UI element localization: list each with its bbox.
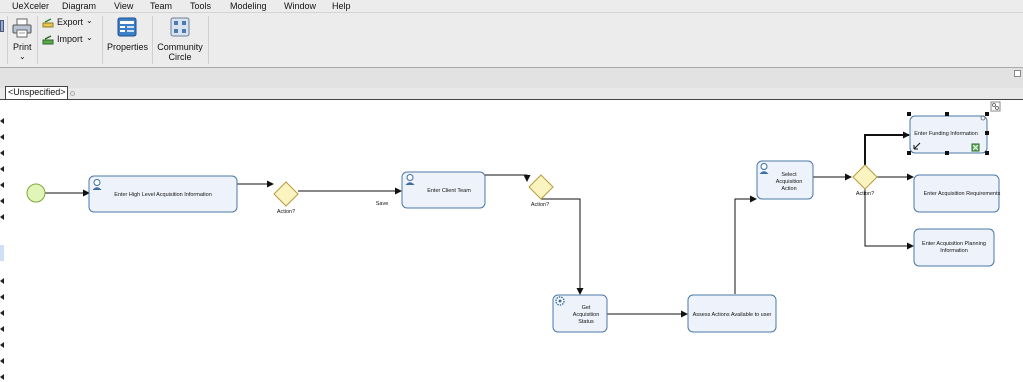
flow-gw3-to-funding[interactable] — [864, 131, 910, 165]
task-enter-high-level[interactable]: Enter High Level Acquisition Information — [88, 175, 238, 213]
task-label-line3: Status — [578, 319, 594, 325]
start-event[interactable] — [26, 183, 46, 203]
bpmn-diagram: Enter High Level Acquisition Information… — [26, 101, 1001, 333]
task-label-line2: Acquisition — [573, 312, 600, 318]
gear-icon — [555, 296, 565, 306]
gateway-label: Action? — [531, 202, 549, 208]
float-toolbar-icon[interactable] — [990, 101, 1001, 112]
task-label: Enter High Level Acquisition Information — [114, 192, 212, 198]
task-label-line1: Enter Acquisition Planning — [922, 241, 986, 247]
flow-label-save: Save — [376, 201, 389, 207]
task-label: Enter Client Team — [427, 188, 471, 194]
task-label-line3: Action — [781, 186, 796, 192]
resource-catalog-icon[interactable] — [971, 143, 980, 152]
task-get-acquisition-status[interactable]: Get Acquisition Status — [552, 294, 608, 333]
gateway-2[interactable]: Action? — [528, 174, 554, 208]
task-label: Enter Funding Information — [914, 131, 978, 137]
flow-gw3-to-planning[interactable] — [864, 189, 914, 250]
flow-gw2-to-get-status[interactable] — [541, 198, 584, 295]
task-label-line1: Select — [781, 172, 797, 178]
task-label-line2: Information — [940, 248, 968, 254]
task-assess-actions[interactable]: Assess Actions Available to user — [687, 294, 777, 333]
task-label: Assess Actions Available to user — [693, 312, 772, 318]
gateway-label: Action? — [856, 191, 874, 197]
task-label: Enter Acquisition Requirements — [924, 191, 1001, 197]
gateway-label: Action? — [277, 209, 295, 215]
task-enter-requirements[interactable]: Enter Acquisition Requirements — [913, 174, 1001, 213]
task-label-line2: Acquisition — [776, 179, 803, 185]
flow-assess-to-select[interactable] — [734, 195, 757, 294]
task-select-action[interactable]: Select Acquisition Action — [756, 160, 814, 200]
task-label-line1: Get — [582, 305, 591, 311]
task-enter-client-team[interactable]: Enter Client Team — [401, 171, 486, 209]
flow-client-team-to-gw2[interactable] — [485, 174, 531, 182]
gateway-1[interactable]: Action? — [273, 181, 299, 215]
gateway-3[interactable]: Action? — [852, 164, 878, 197]
task-enter-planning[interactable]: Enter Acquisition Planning Information — [913, 228, 995, 267]
